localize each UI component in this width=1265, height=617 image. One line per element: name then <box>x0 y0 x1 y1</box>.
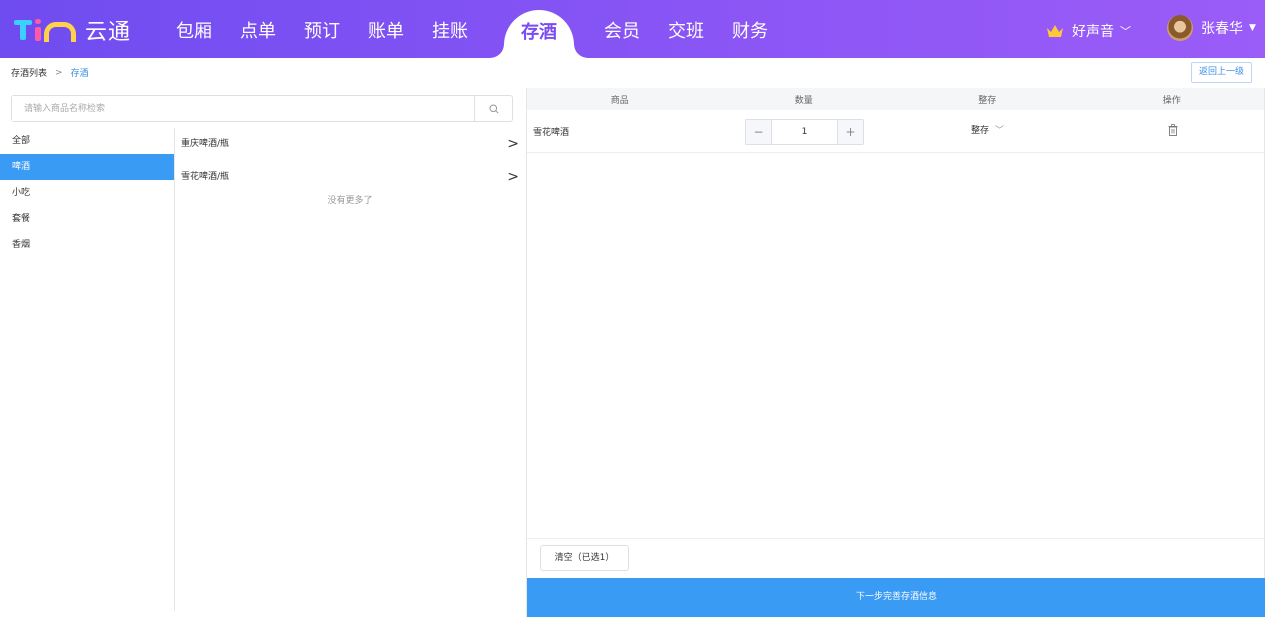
chevron-down-icon: ﹀ <box>1120 25 1131 38</box>
product-search <box>11 95 513 122</box>
quantity-stepper: − 1 + <box>745 119 864 145</box>
delete-icon[interactable] <box>1168 124 1178 136</box>
nav-item-rooms[interactable]: 包厢 <box>176 0 212 58</box>
clear-button[interactable]: 清空（已选1） <box>540 545 629 571</box>
main-nav: 包厢 点单 预订 账单 挂账 存酒 会员 交班 财务 <box>176 0 796 58</box>
increment-button[interactable]: + <box>837 120 863 144</box>
user-name: 张春华 <box>1201 21 1243 37</box>
chevron-right-icon: > <box>507 136 519 152</box>
breadcrumb-parent[interactable]: 存酒列表 <box>11 66 47 79</box>
back-button[interactable]: 返回上一级 <box>1191 62 1252 83</box>
category-item-all[interactable]: 全部 <box>0 128 174 154</box>
logo-mark-icon <box>14 15 76 45</box>
footer-divider <box>527 538 1264 539</box>
store-type-select[interactable]: 整存 ﹀ <box>971 110 1004 153</box>
breadcrumb: 存酒列表 > 存酒 <box>11 66 89 80</box>
nav-item-shift[interactable]: 交班 <box>668 0 704 58</box>
col-header-quantity: 数量 <box>794 95 813 106</box>
nav-item-booking[interactable]: 预订 <box>304 0 340 58</box>
table-row: 雪花啤酒 − 1 + 整存 ﹀ <box>527 110 1264 153</box>
caret-down-icon: ▼ <box>1249 23 1256 33</box>
category-list: 全部 啤酒 小吃 套餐 香烟 <box>0 128 174 258</box>
product-name: 雪花啤酒/瓶 <box>181 172 230 182</box>
chevron-down-icon: ﹀ <box>995 126 1005 136</box>
nav-item-members[interactable]: 会员 <box>604 0 640 58</box>
decrement-button[interactable]: − <box>746 120 772 144</box>
nav-item-bills[interactable]: 账单 <box>368 0 404 58</box>
next-step-button[interactable]: 下一步完善存酒信息 <box>527 578 1265 617</box>
col-header-store-type: 整存 <box>978 95 997 106</box>
search-input[interactable] <box>12 96 474 121</box>
product-name: 重庆啤酒/瓶 <box>181 139 230 149</box>
list-item[interactable]: 雪花啤酒/瓶 > <box>175 161 525 194</box>
category-item-snacks[interactable]: 小吃 <box>0 180 174 206</box>
col-header-product: 商品 <box>610 95 629 106</box>
category-item-cigarettes[interactable]: 香烟 <box>0 232 174 258</box>
selected-items-panel: 商品 数量 整存 操作 雪花啤酒 − 1 + 整存 ﹀ 清空（已选1） 下一步完善… <box>526 88 1265 617</box>
user-menu[interactable]: 张春华 ▼ <box>1167 15 1256 41</box>
category-item-combo[interactable]: 套餐 <box>0 206 174 232</box>
nav-item-store-wine[interactable]: 存酒 <box>504 10 574 58</box>
app-logo[interactable]: 云通 <box>14 14 131 46</box>
crown-icon <box>1047 25 1063 37</box>
category-item-beer[interactable]: 啤酒 <box>0 154 174 180</box>
avatar <box>1167 15 1193 41</box>
nav-item-credit[interactable]: 挂账 <box>432 0 468 58</box>
nav-item-order[interactable]: 点单 <box>240 0 276 58</box>
chevron-right-icon: > <box>507 169 519 185</box>
col-header-actions: 操作 <box>1162 95 1181 106</box>
list-item[interactable]: 重庆啤酒/瓶 > <box>175 128 525 161</box>
store-selector[interactable]: 好声音 ﹀ <box>1046 21 1131 41</box>
store-name: 好声音 <box>1072 24 1114 40</box>
no-more-text: 没有更多了 <box>327 196 373 206</box>
top-navbar: 云通 包厢 点单 预订 账单 挂账 存酒 会员 交班 财务 好声音 ﹀ 张春华 … <box>0 0 1265 58</box>
row-product-name: 雪花啤酒 <box>533 127 570 138</box>
nav-item-finance[interactable]: 财务 <box>732 0 768 58</box>
search-icon <box>489 104 499 114</box>
product-list: 重庆啤酒/瓶 > 雪花啤酒/瓶 > <box>175 128 525 194</box>
quantity-value[interactable]: 1 <box>772 120 837 144</box>
breadcrumb-current: 存酒 <box>70 69 89 79</box>
store-type-value: 整存 <box>971 126 990 136</box>
table-header: 商品 数量 整存 操作 <box>527 88 1264 110</box>
breadcrumb-separator: > <box>55 67 63 78</box>
brand-name: 云通 <box>85 20 132 45</box>
search-button[interactable] <box>474 96 512 121</box>
